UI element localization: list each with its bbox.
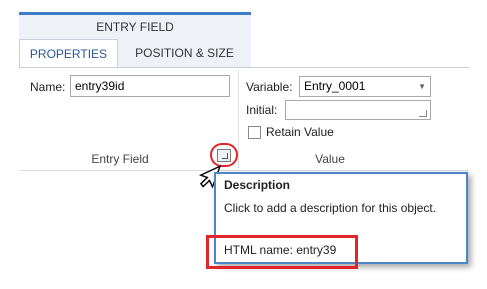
ribbon-title: ENTRY FIELD	[19, 15, 251, 39]
retain-value-checkbox[interactable]	[248, 126, 261, 139]
chevron-down-icon[interactable]: ▼	[418, 77, 426, 96]
initial-input[interactable]	[285, 100, 431, 120]
tooltip-body: Click to add a description for this obje…	[224, 201, 437, 215]
expand-corner-icon[interactable]	[419, 110, 427, 117]
html-name-highlight-box	[206, 235, 358, 269]
tooltip-title: Description	[224, 178, 291, 192]
tab-properties[interactable]: PROPERTIES	[19, 39, 118, 67]
variable-label: Variable:	[246, 80, 293, 94]
retain-value-label: Retain Value	[266, 125, 334, 139]
name-input[interactable]: entry39id	[70, 75, 230, 97]
initial-label: Initial:	[246, 103, 278, 117]
entry-field-group-caption: Entry Field	[91, 152, 149, 166]
variable-value: Entry_0001	[304, 79, 366, 93]
group-divider	[238, 70, 239, 168]
name-label: Name:	[30, 80, 66, 94]
tab-position-size[interactable]: POSITION & SIZE	[118, 39, 251, 67]
variable-dropdown[interactable]: Entry_0001 ▼	[299, 76, 431, 97]
value-group-caption: Value	[315, 152, 345, 166]
